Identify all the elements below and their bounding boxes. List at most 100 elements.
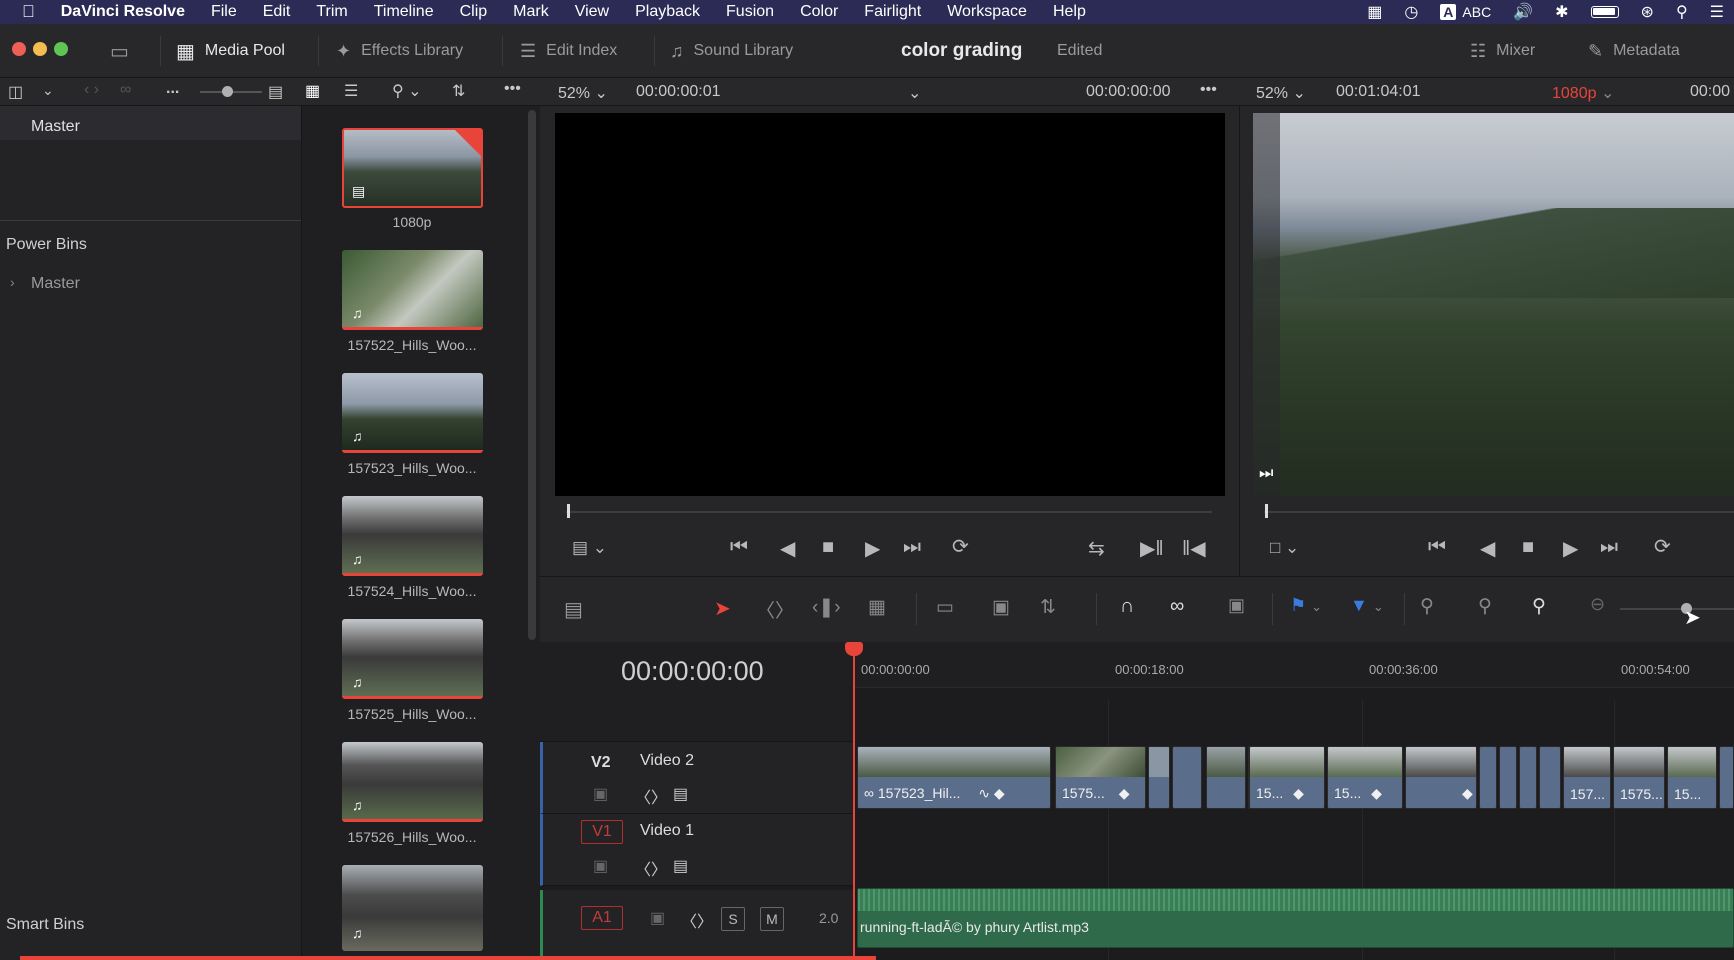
control-center-icon[interactable]: ☰	[1710, 2, 1724, 22]
jump-to-start-icon[interactable]: ⏮	[730, 536, 748, 559]
zoom-out-icon[interactable]: ⊖	[1590, 594, 1605, 615]
clip-selector-chevron-icon[interactable]: ⌄	[908, 83, 921, 103]
media-pool-button[interactable]: ▦ Media Pool	[176, 24, 285, 78]
menu-color[interactable]: Color	[800, 3, 838, 21]
input-source-icon[interactable]: A ABC	[1440, 4, 1491, 20]
volume-icon[interactable]: 🔊	[1513, 2, 1533, 22]
selection-tool-icon[interactable]: ➤	[714, 596, 731, 621]
window-zoom-button[interactable]	[54, 42, 68, 56]
timeline-clip[interactable]: 15... ◆	[1249, 746, 1325, 809]
menu-trim[interactable]: Trim	[316, 3, 347, 21]
play-icon[interactable]: ▶	[1563, 536, 1578, 561]
master-bin[interactable]: Master	[0, 106, 301, 140]
sound-library-button[interactable]: ♫ Sound Library	[670, 24, 793, 78]
blade-tool-icon[interactable]: ▦	[868, 596, 886, 619]
insert-clip-icon[interactable]: ▭	[936, 596, 954, 619]
play-icon[interactable]: ▶	[865, 536, 880, 561]
spotlight-icon[interactable]: ⚲	[1676, 2, 1688, 22]
mark-out-icon[interactable]: ‖◀	[1182, 536, 1206, 561]
monitor-icon[interactable]: ▭	[110, 24, 129, 78]
dynamic-trim-icon[interactable]: ‹❚›	[812, 596, 841, 619]
jump-to-end-icon[interactable]: ⏭	[903, 536, 921, 559]
timeline-clip[interactable]: ◆	[1405, 746, 1477, 809]
jump-to-start-icon[interactable]: ⏮	[1428, 536, 1446, 559]
timeline-clip[interactable]: 15...	[1667, 746, 1717, 809]
timeline-playhead[interactable]	[1265, 504, 1268, 518]
menu-edit[interactable]: Edit	[263, 3, 291, 21]
timeline-thumbnail[interactable]: ▤	[342, 128, 483, 208]
menu-fusion[interactable]: Fusion	[726, 3, 774, 21]
nav-arrows-icon[interactable]: ‹ ›	[84, 81, 99, 99]
menu-help[interactable]: Help	[1053, 3, 1086, 21]
timeline-clip[interactable]	[1148, 746, 1170, 809]
menu-clip[interactable]: Clip	[460, 3, 488, 21]
chevron-right-icon[interactable]: ›	[10, 274, 15, 290]
timeline-scrub-bar[interactable]	[1264, 511, 1734, 513]
media-thumbnail[interactable]: ♫	[342, 865, 483, 951]
source-scrub-bar[interactable]	[566, 511, 1212, 513]
track-name-v1[interactable]: Video 1	[640, 822, 694, 840]
grid-view-icon[interactable]: ▦	[305, 81, 320, 101]
track-id-a1[interactable]: A1	[581, 906, 623, 930]
mute-button[interactable]: M	[760, 907, 784, 931]
jump-to-end-icon[interactable]: ⏭	[1600, 536, 1618, 559]
linked-selection-icon[interactable]: ∞	[1170, 595, 1184, 618]
viewer-options-icon[interactable]: ▤ ⌄	[572, 538, 607, 558]
zoom-full-icon[interactable]: ⚲	[1420, 595, 1434, 618]
timeline-clip[interactable]	[1719, 746, 1734, 809]
loop-icon[interactable]: ⟳	[1654, 534, 1671, 559]
media-pool-scrollbar[interactable]	[528, 110, 536, 640]
menu-fairlight[interactable]: Fairlight	[864, 3, 921, 21]
battery-icon[interactable]	[1590, 6, 1619, 18]
slider-knob[interactable]	[222, 86, 233, 97]
disable-track-icon[interactable]: ▤	[673, 856, 688, 876]
media-thumbnail[interactable]: ♫	[342, 496, 483, 576]
list-view-icon[interactable]: ☰	[344, 81, 358, 101]
track-id-v1[interactable]: V1	[581, 820, 623, 844]
timeline-clip[interactable]	[1206, 746, 1246, 809]
timeline-playhead-handle[interactable]	[845, 642, 863, 656]
stage-manager-icon[interactable]: ▦	[1367, 2, 1382, 22]
source-video-frame[interactable]	[555, 113, 1225, 496]
timeline-clip[interactable]	[1539, 746, 1561, 809]
zoom-slider[interactable]	[1620, 608, 1734, 610]
zoom-custom-icon[interactable]: ⚲	[1532, 595, 1546, 618]
timeline-clip[interactable]: 1575... ◆	[1055, 746, 1146, 809]
time-machine-icon[interactable]: ◷	[1404, 2, 1418, 22]
timeline-ruler[interactable]: 00:00:00:00 00:00:18:00 00:00:36:00 00:0…	[855, 642, 1734, 688]
solo-button[interactable]: S	[721, 907, 745, 931]
source-zoom[interactable]: 52% ⌄	[558, 83, 608, 103]
loop-icon[interactable]: ⟳	[952, 534, 969, 559]
timeline-video-frame[interactable]: ⏭	[1253, 113, 1734, 496]
search-icon[interactable]: ⚲ ⌄	[392, 81, 422, 101]
track-name-v2[interactable]: Video 2	[640, 752, 694, 770]
match-frame-icon[interactable]: ⇆	[1088, 536, 1105, 561]
timeline-playhead-line[interactable]	[853, 648, 855, 960]
media-thumbnail[interactable]: ♫	[342, 742, 483, 822]
overwrite-clip-icon[interactable]: ▣	[992, 596, 1010, 619]
snapping-icon[interactable]: ∩	[1120, 595, 1134, 618]
next-edit-icon[interactable]: ⏭	[1259, 465, 1273, 483]
chevron-down-icon[interactable]: ⌄	[42, 82, 54, 99]
timeline-clip[interactable]: ∞ 157523_Hil... ∿ ◆	[857, 746, 1051, 809]
disable-track-icon[interactable]: ▤	[673, 784, 688, 804]
flag-icon[interactable]: ⚑ ⌄	[1290, 595, 1322, 616]
timeline-clip[interactable]	[1519, 746, 1537, 809]
media-thumbnail[interactable]: ♫	[342, 250, 483, 330]
menu-file[interactable]: File	[211, 3, 237, 21]
menu-app-name[interactable]: DaVinci Resolve	[61, 3, 185, 21]
link-icon[interactable]: ∞	[120, 81, 131, 99]
media-thumbnail[interactable]: ♫	[342, 373, 483, 453]
trim-tool-icon[interactable]: 〈〉	[756, 596, 794, 623]
effects-library-button[interactable]: ✦ Effects Library	[336, 24, 463, 78]
timeline-clip[interactable]	[1479, 746, 1497, 809]
media-thumbnail[interactable]: ♫	[342, 619, 483, 699]
menu-timeline[interactable]: Timeline	[374, 3, 434, 21]
window-close-button[interactable]	[12, 42, 26, 56]
more-icon[interactable]: •••	[1200, 81, 1217, 99]
menu-playback[interactable]: Playback	[635, 3, 700, 21]
menu-view[interactable]: View	[575, 3, 609, 21]
stop-icon[interactable]: ■	[822, 536, 834, 559]
zoom-detail-icon[interactable]: ⚲	[1478, 595, 1492, 618]
step-back-icon[interactable]: ◀	[780, 536, 795, 561]
